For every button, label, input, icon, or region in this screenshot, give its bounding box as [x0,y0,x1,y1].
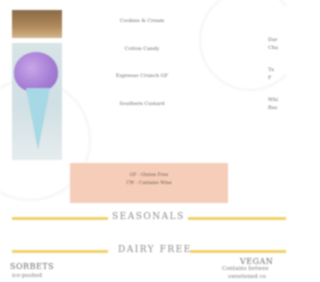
menu-item: Cookies & Cream [80,18,204,24]
menu-page: Cookies & Cream Cotton Candy Espresso Cr… [0,0,286,282]
dairy-free-rule-left [12,250,108,253]
legend-gf: GF - Gluten Free [129,173,169,178]
vegan-heading: VEGAN [240,257,274,266]
menu-item-name: Cotton Candy [124,46,160,52]
sorbets-heading: SORBETS [10,262,55,271]
side-line: Dar [268,37,278,43]
side-line: Bas [268,105,278,111]
ice-cream-cone [26,88,50,150]
side-line: Cha [268,45,279,51]
menu-item-name: Cookies & Cream [119,18,165,24]
menu-item-name: Southern Custard [119,101,165,107]
section-title-seasonals: SEASONALS [112,212,185,222]
photo-top-image [12,10,62,38]
menu-item: Cotton Candy [80,46,204,52]
vegan-subtext-2: sweetened co [228,274,266,280]
side-line: Ta [268,67,274,73]
ice-cream-photo [12,10,62,160]
vegan-subtext-1: Contains betwee [222,266,269,272]
legend-cw: CW - Contains Wine [126,181,172,186]
seasonals-rule-left [12,217,108,220]
ice-cream-scoop [14,52,58,92]
side-column: Dar Cha Ta F Whi Bas [268,36,286,112]
side-line: F [268,75,272,81]
side-line: Whi [268,97,278,103]
dietary-legend: GF - Gluten Free CW - Contains Wine [70,163,228,203]
sorbets-subtext: ice-pushed [12,273,43,279]
menu-item-name: Espresso Crunch GF [115,73,169,79]
dairy-free-rule-right [190,250,286,253]
menu-item: Southern Custard [80,101,204,107]
section-title-dairy-free: DAIRY FREE [118,245,192,255]
menu-item: Espresso Crunch GF [80,73,204,79]
seasonals-rule-right [188,217,286,220]
